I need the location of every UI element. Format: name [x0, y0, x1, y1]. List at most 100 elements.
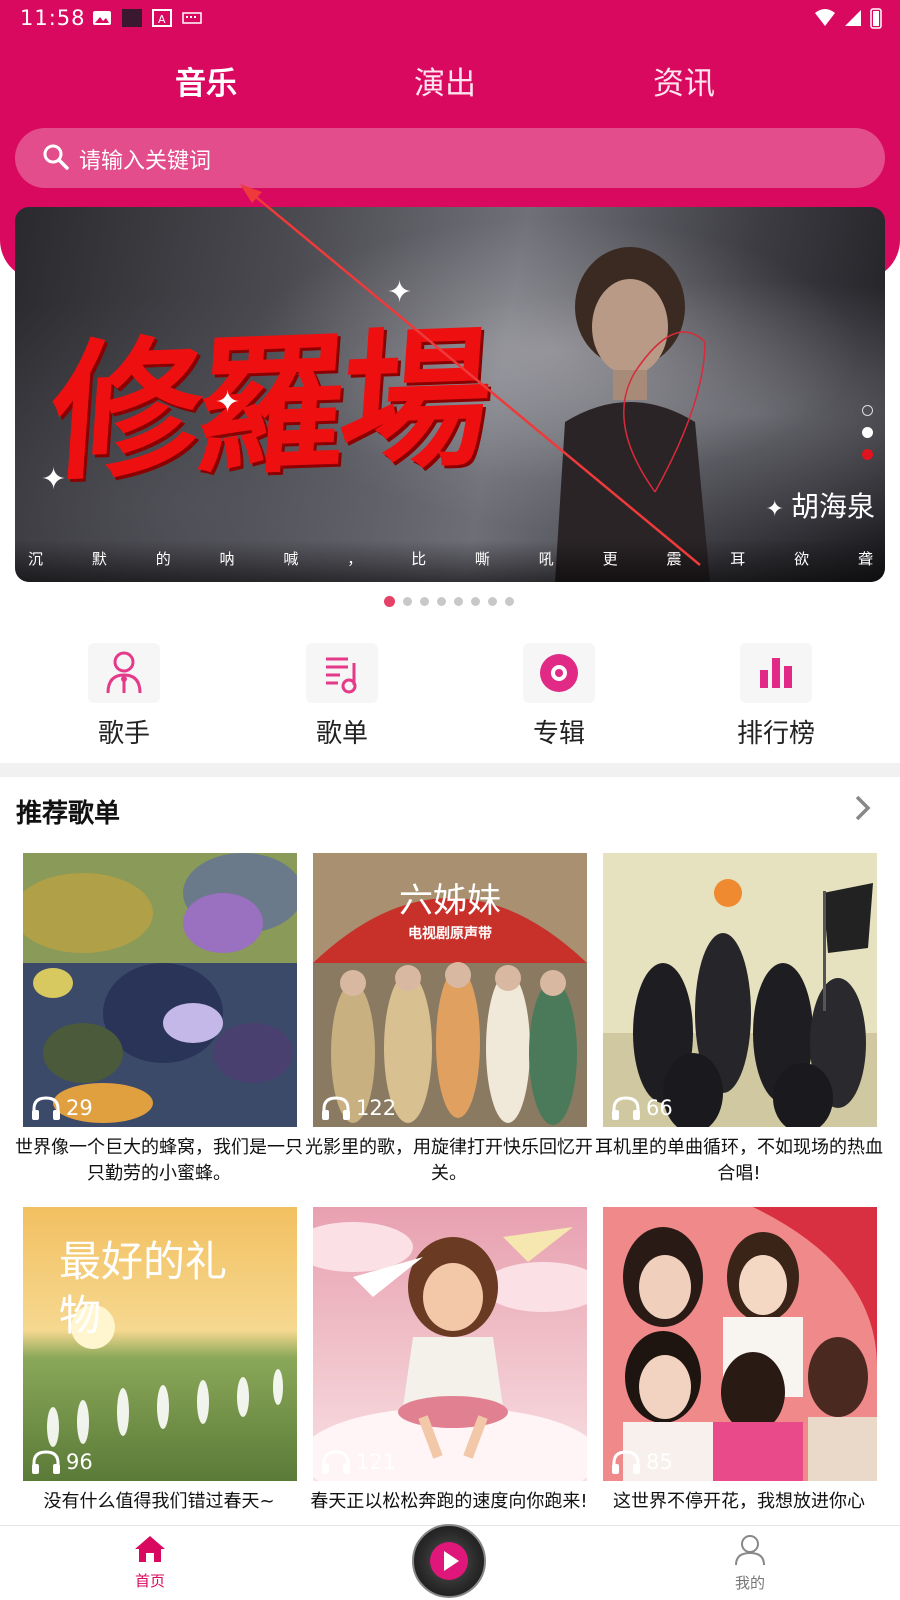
play-count-value: 29: [66, 1096, 93, 1120]
play-count: 85: [611, 1449, 673, 1475]
caption-char: 的: [155, 549, 171, 568]
sparkle-icon: ✦: [387, 275, 413, 310]
category-row: 歌手 歌单 专辑 排行榜: [0, 643, 900, 753]
pager-dot[interactable]: [505, 597, 514, 606]
playlist-cover: 66: [603, 853, 877, 1127]
tab-music[interactable]: 音乐: [146, 58, 266, 103]
pager-dot-active[interactable]: [384, 596, 395, 607]
play-button[interactable]: [412, 1524, 486, 1598]
banner-decoration-curve: [623, 331, 706, 493]
category-album[interactable]: 专辑: [499, 643, 619, 750]
pager-dot[interactable]: [420, 597, 429, 606]
tab-news[interactable]: 资讯: [624, 58, 744, 103]
caption-char: 聋: [857, 549, 873, 568]
category-label: 歌手: [97, 719, 150, 749]
category-chart[interactable]: 排行榜: [716, 643, 836, 750]
nav-mine-label: 我的: [734, 1574, 765, 1592]
playlist-cover: 六姊妹 电视剧原声带 122: [313, 853, 587, 1127]
top-tabs: 音乐 演出 资讯: [0, 58, 900, 106]
playlist-title: 光影里的歌，用旋律打开快乐回忆开关。: [305, 1137, 593, 1184]
playlist-card[interactable]: 最好的礼物 96 没有什么值得我们错过春天~: [23, 1207, 297, 1515]
playlist-card[interactable]: 85 这世界不停开花，我想放进你心: [603, 1207, 877, 1515]
cover-subtitle: 电视剧原声带: [408, 926, 492, 942]
nav-home[interactable]: 首页: [100, 1534, 200, 1591]
play-count: 66: [611, 1095, 673, 1121]
headphones-icon: [612, 1450, 640, 1474]
caption-char: 吼: [538, 549, 554, 568]
playlist-title: 耳机里的单曲循环，不如现场的热血合唱!: [595, 1137, 883, 1184]
section-title: 推荐歌单: [16, 799, 121, 829]
headphones-icon: [32, 1096, 60, 1120]
playlist-card[interactable]: 121 春天正以松松奔跑的速度向你跑来!: [310, 1207, 588, 1515]
category-playlist[interactable]: 歌单: [282, 643, 402, 750]
playlist-card[interactable]: 29 世界像一个巨大的蜂窝，我们是一只只勤劳的小蜜蜂。: [15, 853, 303, 1187]
playlist-title: 春天正以松松奔跑的速度向你跑来!: [310, 1491, 588, 1512]
nav-home-label: 首页: [134, 1572, 165, 1590]
headphones-icon: [322, 1450, 350, 1474]
search-placeholder: 请输入关键词: [79, 149, 212, 174]
banner-title: 修羅場: [45, 310, 491, 502]
playlist-title: 这世界不停开花，我想放进你心: [613, 1491, 865, 1512]
play-count-value: 66: [646, 1096, 673, 1120]
status-bar: 11:58 A: [0, 0, 900, 38]
banner-artist-name: ✦ 胡海泉: [766, 485, 875, 525]
sparkle-icon: ✦: [765, 497, 791, 522]
pager-dot[interactable]: [454, 597, 463, 606]
status-notification-icons: A: [92, 9, 202, 27]
play-icon: [430, 1542, 468, 1580]
banner-carousel[interactable]: 修羅場 ✦ ✦ ✦ ✦ 胡海泉 沉 默 的 呐 喊 ， 比 嘶 吼 更 震 耳 …: [15, 207, 885, 582]
caption-char: 更: [602, 549, 618, 568]
playlist-card[interactable]: 六姊妹 电视剧原声带 122 光影里的歌，用旋律打开快乐回忆开关。: [305, 853, 593, 1187]
caption-char: 比: [411, 549, 427, 568]
nav-mine[interactable]: 我的: [700, 1534, 800, 1593]
indicator-dot: [862, 405, 873, 416]
banner-pager: [384, 596, 514, 607]
keyboard-icon: [182, 12, 202, 24]
caption-char: 沉: [28, 549, 44, 568]
caption-char: 耳: [730, 549, 746, 568]
caption-char: 震: [666, 549, 682, 568]
album-icon: [523, 643, 595, 703]
pager-dot[interactable]: [488, 597, 497, 606]
headphones-icon: [612, 1096, 640, 1120]
caption-char: 喊: [283, 549, 299, 568]
headphones-icon: [322, 1096, 350, 1120]
play-count-value: 85: [646, 1450, 673, 1474]
image-icon: [93, 11, 111, 25]
caption-char: 嘶: [474, 549, 490, 568]
banner-artist-label: 胡海泉: [790, 490, 875, 523]
sparkle-icon: ✦: [41, 462, 67, 497]
playlist-cover: 29: [23, 853, 297, 1127]
battery-icon: [870, 8, 882, 29]
category-label: 专辑: [532, 719, 585, 749]
search-input[interactable]: 请输入关键词: [15, 128, 885, 188]
section-divider: [0, 763, 900, 777]
category-label: 歌单: [315, 719, 368, 749]
pager-dot[interactable]: [437, 597, 446, 606]
banner-side-indicator: [862, 405, 873, 460]
headphones-icon: [32, 1450, 60, 1474]
play-count: 96: [31, 1449, 93, 1475]
play-count: 122: [321, 1095, 396, 1121]
home-icon: [135, 1536, 165, 1562]
signal-icon: [845, 10, 861, 26]
wifi-icon: [815, 9, 835, 26]
category-label: 排行榜: [736, 719, 815, 749]
app-icon: [122, 9, 142, 27]
caption-char: 默: [91, 549, 107, 568]
font-icon: A: [152, 9, 172, 27]
pager-dot[interactable]: [403, 597, 412, 606]
tab-shows[interactable]: 演出: [385, 58, 505, 103]
cover-title: 六姊妹: [399, 881, 501, 921]
chevron-right-icon[interactable]: [852, 793, 874, 823]
playlist-title: 没有什么值得我们错过春天~: [43, 1491, 275, 1512]
cover-title: 最好的礼物: [59, 1237, 228, 1340]
playlist-card[interactable]: 66 耳机里的单曲循环，不如现场的热血合唱!: [595, 853, 883, 1187]
caption-char: 呐: [219, 549, 235, 568]
play-count-value: 96: [66, 1450, 93, 1474]
playlist-cover: 最好的礼物 96: [23, 1207, 297, 1481]
play-count-value: 122: [356, 1096, 397, 1120]
caption-char: 欲: [794, 549, 810, 568]
category-singer[interactable]: 歌手: [64, 643, 184, 750]
pager-dot[interactable]: [471, 597, 480, 606]
